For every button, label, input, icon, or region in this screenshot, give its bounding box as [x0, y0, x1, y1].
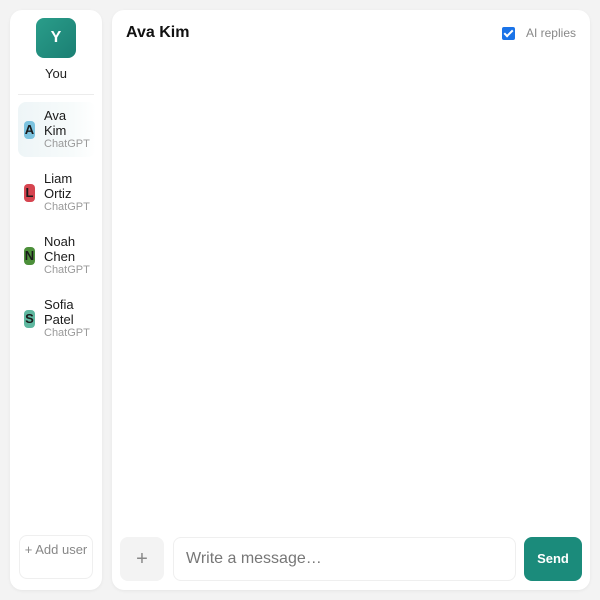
user-last-name: Kim: [44, 123, 67, 138]
user-list-item[interactable]: N Noah Chen ChatGPT: [18, 228, 96, 283]
user-first-name: Liam: [44, 171, 73, 186]
user-last-name: Chen: [44, 249, 76, 264]
user-avatar: S: [24, 310, 35, 328]
attach-button[interactable]: +: [120, 537, 164, 581]
ai-replies-toggle[interactable]: AI replies: [501, 26, 576, 40]
current-user: Y You: [10, 18, 102, 81]
message-list: [112, 60, 590, 530]
user-subtitle: ChatGPT: [44, 264, 90, 276]
user-last-name: Ortiz: [44, 186, 72, 201]
user-first-name: Noah: [44, 234, 76, 249]
ai-replies-checkbox[interactable]: [501, 26, 515, 40]
user-list: A Ava Kim ChatGPT L Liam Ortiz ChatGPT N: [18, 102, 96, 354]
message-composer: + Send: [120, 537, 582, 581]
current-user-name: You: [45, 66, 67, 81]
user-subtitle: ChatGPT: [44, 201, 90, 213]
sidebar-divider: [18, 94, 94, 95]
avatar[interactable]: Y: [36, 18, 76, 58]
add-user-button[interactable]: + Add user: [19, 535, 93, 579]
page-title: Ava Kim: [126, 24, 190, 41]
ai-replies-label: AI replies: [525, 26, 576, 40]
user-text: Ava Kim ChatGPT: [44, 108, 98, 151]
user-avatar: N: [24, 247, 35, 265]
user-avatar: L: [24, 184, 35, 202]
user-list-item[interactable]: S Sofia Patel ChatGPT: [18, 291, 96, 346]
user-first-name: Sofia: [44, 297, 74, 312]
user-subtitle: ChatGPT: [44, 138, 90, 150]
sidebar: Y You A Ava Kim ChatGPT L Liam Ortiz Cha…: [10, 10, 102, 590]
user-text: Noah Chen ChatGPT: [44, 234, 98, 277]
user-text: Liam Ortiz ChatGPT: [44, 171, 98, 214]
user-list-item[interactable]: L Liam Ortiz ChatGPT: [18, 165, 96, 220]
user-list-item[interactable]: A Ava Kim ChatGPT: [18, 102, 96, 157]
user-last-name: Patel: [44, 312, 74, 327]
message-input[interactable]: [173, 537, 516, 581]
user-text: Sofia Patel ChatGPT: [44, 297, 98, 340]
chat-panel: Ava Kim AI replies + Send: [112, 10, 590, 590]
chat-app: Y You A Ava Kim ChatGPT L Liam Ortiz Cha…: [0, 0, 600, 600]
user-first-name: Ava: [44, 108, 67, 123]
send-button[interactable]: Send: [524, 537, 582, 581]
user-avatar: A: [24, 121, 35, 139]
user-subtitle: ChatGPT: [44, 327, 90, 339]
